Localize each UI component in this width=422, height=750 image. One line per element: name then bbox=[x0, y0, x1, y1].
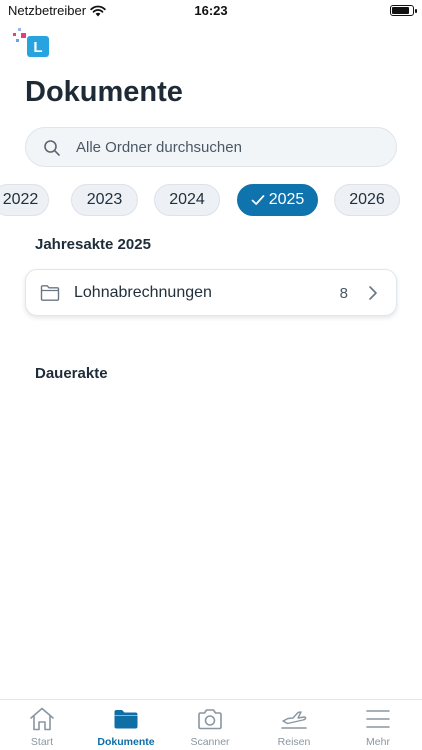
search-input[interactable] bbox=[76, 128, 386, 166]
logo-letter: L bbox=[33, 39, 42, 56]
year-chip-label: 2022 bbox=[2, 191, 39, 208]
year-chip-2026[interactable]: 2026 bbox=[334, 184, 400, 216]
search-bar[interactable] bbox=[25, 127, 397, 167]
year-chip-2023[interactable]: 2023 bbox=[71, 184, 138, 216]
tab-mehr[interactable]: Mehr bbox=[336, 700, 420, 750]
tab-label: Start bbox=[30, 736, 54, 748]
folder-name: Lohnabrechnungen bbox=[74, 284, 212, 301]
year-chip-2024[interactable]: 2024 bbox=[154, 184, 220, 216]
folder-icon bbox=[40, 285, 60, 301]
tab-label: Dokumente bbox=[97, 736, 155, 748]
checkmark-icon bbox=[251, 195, 265, 205]
menu-icon bbox=[366, 710, 390, 728]
app-logo: L bbox=[13, 28, 49, 57]
tab-reisen[interactable]: Reisen bbox=[252, 700, 336, 750]
section-title-permanent: Dauerakte bbox=[35, 365, 108, 382]
tab-label: Mehr bbox=[366, 736, 390, 748]
year-chip-label: 2024 bbox=[169, 191, 205, 208]
tab-label: Scanner bbox=[190, 736, 230, 748]
year-chip-label: 2023 bbox=[86, 191, 123, 208]
clock: 16:23 bbox=[194, 3, 228, 18]
camera-icon bbox=[198, 709, 222, 730]
tab-bar: Start Dokumente Scanner Reisen Mehr bbox=[0, 699, 422, 750]
chevron-right-icon bbox=[369, 286, 377, 300]
battery-fill bbox=[392, 7, 410, 14]
home-icon bbox=[30, 707, 54, 731]
folder-count: 8 bbox=[339, 285, 348, 302]
year-filter: 2022 2023 2024 2025 2026 bbox=[0, 184, 422, 216]
search-icon bbox=[44, 140, 60, 156]
tab-scanner[interactable]: Scanner bbox=[168, 700, 252, 750]
year-chip-2025[interactable]: 2025 bbox=[237, 184, 318, 216]
status-bar: Netzbetreiber 16:23 bbox=[0, 0, 422, 22]
page-title: Dokumente bbox=[25, 76, 183, 108]
year-chip-2022[interactable]: 2022 bbox=[0, 184, 49, 216]
year-chip-label: 2025 bbox=[268, 191, 305, 208]
section-title-annual: Jahresakte 2025 bbox=[35, 236, 151, 253]
plane-icon bbox=[281, 711, 307, 729]
battery-icon bbox=[390, 5, 417, 16]
folder-item-lohnabrechnungen[interactable]: Lohnabrechnungen 8 bbox=[25, 269, 397, 316]
tab-start[interactable]: Start bbox=[0, 700, 84, 750]
folder-icon bbox=[114, 710, 138, 729]
tab-dokumente[interactable]: Dokumente bbox=[84, 700, 168, 750]
year-chip-label: 2026 bbox=[349, 191, 385, 208]
tab-label: Reisen bbox=[277, 736, 311, 748]
